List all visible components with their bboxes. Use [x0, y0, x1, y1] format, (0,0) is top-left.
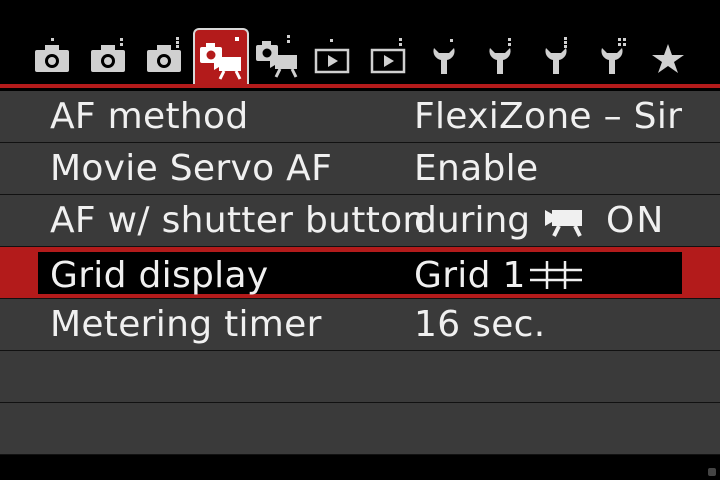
live-view-movie-icon-2 [256, 35, 298, 78]
playback-icon-2 [370, 38, 406, 74]
menu-row-metering-timer[interactable]: Metering timer 16 sec. [0, 299, 720, 351]
menu-row-empty-2 [0, 403, 720, 455]
menu-row-label: Grid display [50, 255, 269, 296]
setup-wrench-icon-3 [545, 37, 567, 74]
tab-my-menu[interactable] [643, 30, 693, 82]
corner-indicator [708, 468, 716, 476]
menu-row-value-suffix: ON [606, 200, 666, 241]
tab-live-view-2[interactable] [252, 30, 302, 82]
tab-shooting-3[interactable] [139, 30, 189, 82]
menu-row-label: Movie Servo AF [50, 148, 333, 189]
setup-wrench-icon-4 [601, 38, 626, 74]
menu-row-af-shutter-during-movie[interactable]: AF w/ shutter button during ON [0, 195, 720, 247]
camera-shoot-icon-1 [35, 38, 69, 72]
menu-row-af-method[interactable]: AF method FlexiZone – Single [0, 91, 720, 143]
tab-playback-1[interactable] [307, 30, 357, 82]
tab-setup-2[interactable] [475, 30, 525, 82]
tab-setup-3[interactable] [531, 30, 581, 82]
tab-playback-2[interactable] [363, 30, 413, 82]
menu-row-label: Metering timer [50, 304, 322, 345]
bottom-bar [0, 455, 720, 480]
menu-row-label: AF w/ shutter button [50, 200, 426, 241]
menu-row-value-prefix: during [414, 200, 531, 241]
grid-1-icon [530, 261, 582, 289]
menu-row-value: 16 sec. [414, 304, 546, 345]
menu-list: AF method FlexiZone – Single Movie Servo… [0, 91, 720, 455]
live-view-movie-icon-1 [200, 37, 242, 80]
tab-setup-1[interactable] [419, 30, 469, 82]
setup-wrench-icon-1 [433, 39, 455, 74]
menu-row-empty-1 [0, 351, 720, 403]
camera-shoot-icon-3 [147, 37, 181, 72]
tab-live-view-1[interactable] [193, 28, 249, 86]
menu-row-label: AF method [50, 96, 249, 137]
menu-row-value: FlexiZone – Single [414, 96, 682, 137]
tab-shooting-2[interactable] [83, 30, 133, 82]
my-menu-star-icon [652, 44, 684, 73]
tab-setup-4[interactable] [587, 30, 637, 82]
playback-icon-1 [314, 39, 350, 74]
selection-highlight: Grid display Grid 1 [38, 252, 682, 296]
tab-underline [0, 84, 720, 88]
setup-wrench-icon-2 [489, 38, 511, 74]
tab-shooting-1[interactable] [27, 30, 77, 82]
menu-tab-bar [0, 0, 720, 86]
camera-menu-screen: AF method FlexiZone – Single Movie Servo… [0, 0, 720, 480]
menu-row-value: Enable [414, 148, 539, 189]
camera-shoot-icon-2 [91, 38, 125, 72]
menu-row-movie-servo-af[interactable]: Movie Servo AF Enable [0, 143, 720, 195]
menu-row-grid-display[interactable]: Grid display Grid 1 [0, 247, 720, 299]
movie-camera-icon [545, 210, 582, 237]
